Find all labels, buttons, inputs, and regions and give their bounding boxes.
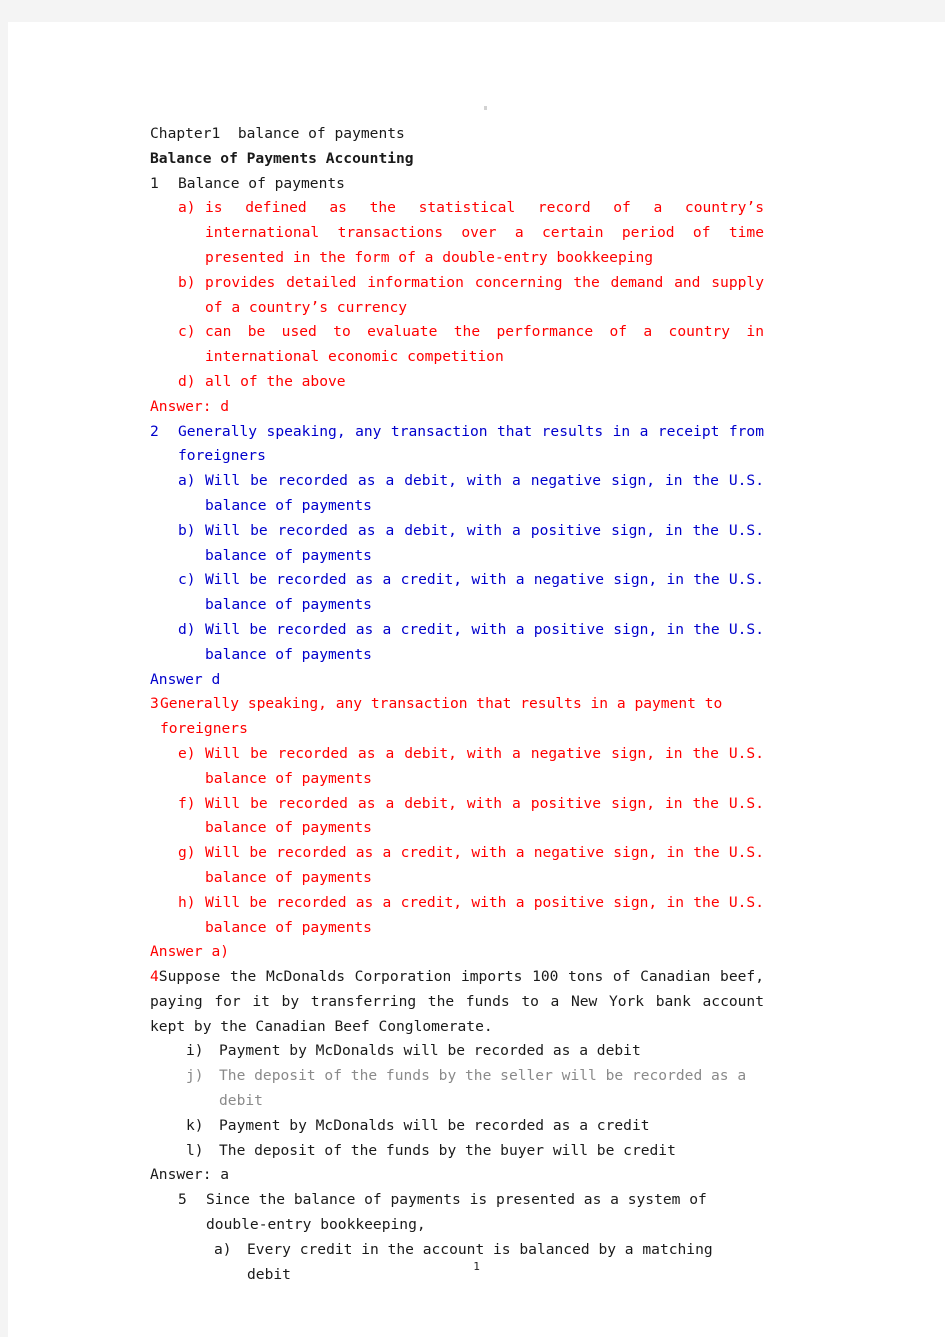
option-text: Payment by McDonalds will be recorded as… <box>219 1116 650 1134</box>
option-row[interactable]: l) The deposit of the funds by the buyer… <box>186 1139 764 1164</box>
question-number: 4 <box>150 968 159 986</box>
question-number: 3 <box>150 695 159 713</box>
question-number: 5 <box>178 1191 187 1209</box>
option-text: The deposit of the funds by the seller w… <box>219 1067 755 1110</box>
question-text: Balance of payments <box>178 174 345 192</box>
option-text: Will be recorded as a debit, with a nega… <box>205 472 773 514</box>
section-heading: Balance of Payments Accounting <box>150 149 414 167</box>
answer-line: Answer: d <box>150 397 230 415</box>
option-marker: j) <box>186 1067 204 1085</box>
option-row[interactable]: c) Will be recorded as a credit, with a … <box>178 568 764 618</box>
option-row[interactable]: b) Will be recorded as a debit, with a p… <box>178 519 764 569</box>
question-stem: 3 Generally speaking, any transaction th… <box>150 692 764 742</box>
answer-line: Answer: a <box>150 1166 230 1184</box>
option-marker: i) <box>186 1042 204 1060</box>
option-marker: c) <box>178 571 196 589</box>
option-marker: d) <box>178 372 196 390</box>
option-marker: a) <box>178 199 196 217</box>
question-number: 1 <box>150 174 159 192</box>
option-row[interactable]: c) can be used to evaluate the performan… <box>178 320 764 370</box>
option-text: can be used to evaluate the performance … <box>205 323 773 366</box>
chapter-title: Chapter1 balance of payments <box>150 125 405 142</box>
option-row[interactable]: f) Will be recorded as a debit, with a p… <box>178 792 764 842</box>
question-text: Since the balance of payments is present… <box>206 1191 716 1234</box>
option-row[interactable]: b) provides detailed information concern… <box>178 271 764 321</box>
option-text: Will be recorded as a credit, with a pos… <box>205 893 773 936</box>
option-text: Will be recorded as a credit, with a pos… <box>205 620 773 663</box>
option-row[interactable]: h) Will be recorded as a credit, with a … <box>178 891 764 941</box>
question-stem: 5 Since the balance of payments is prese… <box>178 1188 764 1238</box>
option-marker: f) <box>178 794 196 812</box>
option-marker: d) <box>178 620 196 638</box>
option-row[interactable]: a) is defined as the statistical record … <box>178 196 764 270</box>
question-text: Generally speaking, any transaction that… <box>160 695 732 738</box>
question-number: 2 <box>150 422 159 440</box>
option-row[interactable]: a) Will be recorded as a debit, with a n… <box>178 469 764 519</box>
question-stem: 1 Balance of payments <box>150 172 764 197</box>
option-marker: a) <box>214 1240 232 1258</box>
option-marker: a) <box>178 472 196 490</box>
option-text: The deposit of the funds by the buyer wi… <box>219 1141 676 1159</box>
option-row[interactable]: d) Will be recorded as a credit, with a … <box>178 618 764 668</box>
option-marker: l) <box>186 1141 204 1159</box>
option-marker: h) <box>178 893 196 911</box>
option-row[interactable]: j) The deposit of the funds by the selle… <box>186 1064 764 1114</box>
option-text: Payment by McDonalds will be recorded as… <box>219 1042 641 1060</box>
option-marker: g) <box>178 844 196 862</box>
option-row[interactable]: e) Will be recorded as a debit, with a n… <box>178 742 764 792</box>
option-text: is defined as the statistical record of … <box>205 199 773 266</box>
option-marker: c) <box>178 323 196 341</box>
document-page: Chapter1 balance of payments Balance of … <box>8 22 945 1337</box>
question-stem: 2 Generally speaking, any transaction th… <box>150 420 764 470</box>
option-row[interactable]: g) Will be recorded as a credit, with a … <box>178 841 764 891</box>
page-artifact-dot <box>484 106 487 110</box>
option-marker: b) <box>178 521 196 539</box>
option-marker: k) <box>186 1116 204 1134</box>
option-marker: b) <box>178 273 196 291</box>
question-stem: 4Suppose the McDonalds Corporation impor… <box>150 965 764 1039</box>
option-text: Will be recorded as a credit, with a neg… <box>205 844 773 886</box>
option-text: Will be recorded as a debit, with a posi… <box>205 521 773 564</box>
option-marker: e) <box>178 744 196 762</box>
document-body: Chapter1 balance of payments Balance of … <box>150 122 764 1287</box>
question-text: Generally speaking, any transaction that… <box>178 422 773 465</box>
answer-line: Answer a) <box>150 943 230 961</box>
option-text: Will be recorded as a debit, with a nega… <box>205 744 773 787</box>
option-text: Will be recorded as a credit, with a neg… <box>205 571 773 614</box>
option-text: all of the above <box>205 372 346 390</box>
option-text: provides detailed information concerning… <box>205 273 773 316</box>
option-text: Will be recorded as a debit, with a posi… <box>205 794 773 837</box>
option-row[interactable]: k) Payment by McDonalds will be recorded… <box>186 1114 764 1139</box>
option-row[interactable]: d) all of the above <box>178 370 764 395</box>
page-number: 1 <box>473 1260 480 1273</box>
question-text: Suppose the McDonalds Corporation import… <box>150 968 773 1035</box>
option-row[interactable]: i) Payment by McDonalds will be recorded… <box>186 1039 764 1064</box>
answer-line: Answer d <box>150 670 221 688</box>
